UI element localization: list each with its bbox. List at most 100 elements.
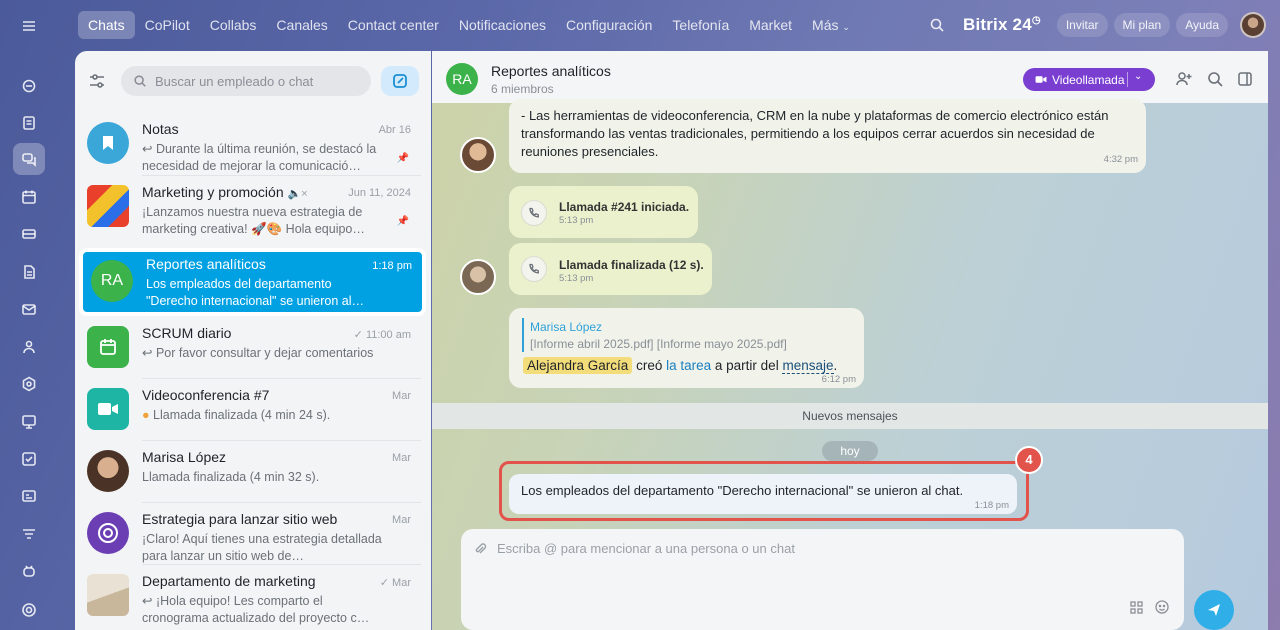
send-icon — [1208, 604, 1220, 616]
chat-item-marketing[interactable]: Marketing y promoción 🔈× Jun 11, 2024 ¡L… — [75, 176, 431, 238]
chat-title: Videoconferencia #7 — [142, 387, 270, 403]
groups-icon[interactable] — [13, 331, 45, 363]
chat-preview: ↩ Durante la última reunión, se destacó … — [142, 142, 377, 173]
chat-avatar[interactable]: RA — [446, 63, 478, 95]
sites-icon[interactable] — [13, 518, 45, 550]
settings-icon[interactable] — [13, 594, 45, 626]
video-call-button[interactable]: Videollamada ⌄ — [1023, 68, 1155, 91]
tab-canales[interactable]: Canales — [266, 11, 337, 39]
crm-icon[interactable] — [13, 480, 45, 512]
copilot-logo-icon — [87, 512, 129, 554]
tasks-icon[interactable] — [13, 443, 45, 475]
message-link[interactable]: mensaje — [782, 358, 834, 374]
message-input[interactable]: Escriba @ para mencionar a una persona o… — [461, 529, 1184, 630]
chat-preview: ¡Claro! Aquí tienes una estrategia detal… — [142, 532, 382, 563]
emoji-icon: ● — [142, 408, 150, 422]
tab-chats[interactable]: Chats — [78, 11, 135, 39]
step-badge: 4 — [1015, 446, 1043, 474]
filter-icon[interactable] — [87, 71, 111, 91]
tab-collabs[interactable]: Collabs — [200, 11, 267, 39]
video-camera-icon — [1035, 76, 1047, 83]
chat-date: Jun 11, 2024 — [348, 187, 411, 199]
chat-title: Marketing y promoción 🔈× — [142, 184, 308, 200]
chat-item-videoconferencia[interactable]: Videoconferencia #7 Mar ● Llamada finali… — [75, 379, 431, 441]
my-plan-button[interactable]: Mi plan — [1113, 13, 1171, 37]
group-avatar — [87, 574, 129, 616]
panel-toggle-icon[interactable] — [1236, 70, 1254, 88]
attach-icon[interactable] — [473, 542, 487, 556]
chat-preview: Llamada finalizada (4 min 32 s). — [142, 470, 320, 484]
invite-button[interactable]: Invitar — [1056, 13, 1108, 37]
quote-author[interactable]: Marisa López — [530, 320, 602, 334]
send-button[interactable] — [1194, 590, 1234, 630]
mail-icon[interactable] — [13, 293, 45, 325]
task-end-text: . — [833, 358, 838, 373]
chat-item-reportes-analiticos[interactable]: RA Reportes analíticos 1:18 pm Los emple… — [79, 248, 426, 316]
apps-icon[interactable] — [1129, 600, 1144, 615]
brand-logo[interactable]: Bitrix 24◷ — [963, 15, 1041, 35]
search-icon[interactable] — [929, 17, 945, 33]
chat-preview: Los empleados del departamento "Derecho … — [146, 277, 365, 308]
new-chat-button[interactable] — [381, 66, 419, 96]
drive-icon[interactable] — [13, 218, 45, 250]
documents-icon[interactable] — [13, 256, 45, 288]
chat-preview: ↩ Por favor consultar y dejar comentario… — [142, 346, 374, 360]
search-input[interactable]: Buscar un empleado o chat — [121, 66, 371, 96]
calendar-icon[interactable] — [13, 181, 45, 213]
user-avatar[interactable] — [460, 137, 496, 173]
tab-market[interactable]: Market — [739, 11, 802, 39]
bot-icon[interactable] — [13, 555, 45, 587]
check-icon: ✓ — [353, 329, 363, 341]
chat-preview: ¡Lanzamos nuestra nueva estrategia de ma… — [142, 205, 365, 236]
call-ended-bubble: Llamada finalizada (12 s). 5:13 pm — [509, 243, 712, 295]
tab-telefonia[interactable]: Telefonía — [662, 11, 739, 39]
contact-center-icon[interactable] — [13, 406, 45, 438]
emoji-icon[interactable] — [1154, 599, 1170, 615]
tab-notificaciones[interactable]: Notificaciones — [449, 11, 556, 39]
marketing-avatar — [87, 185, 129, 227]
menu-icon[interactable] — [13, 10, 45, 42]
clock-icon: ◷ — [1031, 15, 1041, 26]
tab-mas-label: Más — [812, 17, 839, 33]
chat-avatar: RA — [91, 260, 133, 302]
task-link[interactable]: la tarea — [666, 358, 711, 373]
left-rail — [0, 0, 58, 630]
user-avatar[interactable] — [460, 259, 496, 295]
search-icon — [134, 75, 146, 87]
chat-item-estrategia[interactable]: Estrategia para lanzar sitio web Mar ¡Cl… — [75, 503, 431, 565]
date-divider: hoy — [822, 441, 878, 461]
input-placeholder: Escriba @ para mencionar a una persona o… — [497, 541, 795, 556]
tab-copilot[interactable]: CoPilot — [135, 11, 200, 39]
call-text: Llamada #241 iniciada. — [559, 200, 690, 214]
chat-header-title[interactable]: Reportes analíticos — [491, 63, 611, 79]
mentioned-user[interactable]: Alejandra García — [523, 357, 633, 374]
quote-bar — [522, 318, 524, 352]
message-text: - Las herramientas de videoconferencia, … — [521, 108, 1109, 159]
copilot-icon[interactable] — [13, 70, 45, 102]
brand-name: Bitrix 24 — [962, 15, 1032, 34]
automation-icon[interactable] — [13, 368, 45, 400]
divider — [1127, 72, 1128, 87]
chat-item-departamento-marketing[interactable]: Departamento de marketing ✓ Mar ↩ ¡Hola … — [75, 565, 431, 627]
search-icon[interactable] — [1206, 70, 1224, 88]
chat-date: ✓ Mar — [380, 576, 411, 589]
chat-title: Departamento de marketing — [142, 573, 316, 589]
chat-item-scrum[interactable]: SCRUM diario ✓ 11:00 am ↩ Por favor cons… — [75, 317, 431, 379]
user-avatar[interactable] — [1240, 12, 1266, 38]
chat-title: Notas — [142, 121, 179, 137]
chat-item-marisa-lopez[interactable]: Marisa López Mar Llamada finalizada (4 m… — [75, 441, 431, 503]
help-button[interactable]: Ayuda — [1176, 13, 1228, 37]
tab-mas[interactable]: Más ⌄ — [802, 11, 860, 39]
chat-preview: ● Llamada finalizada (4 min 24 s). — [142, 407, 382, 424]
feed-icon[interactable] — [13, 107, 45, 139]
chats-icon[interactable] — [13, 143, 45, 175]
chat-preview-text: Llamada finalizada (4 min 24 s). — [153, 408, 331, 422]
phone-icon — [521, 200, 547, 226]
chat-members[interactable]: 6 miembros — [491, 82, 554, 96]
tab-contact-center[interactable]: Contact center — [338, 11, 449, 39]
add-user-icon[interactable] — [1175, 70, 1193, 88]
check-icon: ✓ — [379, 577, 389, 589]
chevron-down-icon[interactable]: ⌄ — [1134, 71, 1142, 82]
chat-item-notas[interactable]: Notas Abr 16 ↩ Durante la última reunión… — [75, 113, 431, 175]
tab-configuracion[interactable]: Configuración — [556, 11, 662, 39]
